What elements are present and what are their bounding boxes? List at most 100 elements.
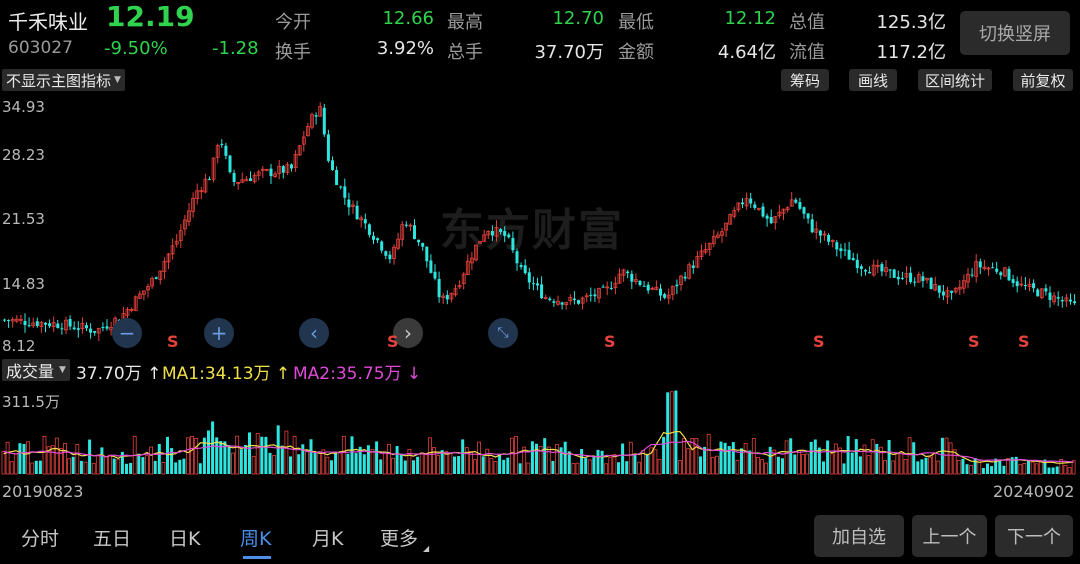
volume-bar [789, 438, 793, 474]
candle-body [642, 285, 646, 287]
candle-body [417, 239, 421, 243]
volume-indicator-select[interactable]: 成交量 ▼ [2, 359, 70, 381]
candle-body [892, 269, 896, 278]
volume-bar [944, 437, 949, 475]
candle-body [691, 265, 695, 268]
candle-body [503, 230, 507, 236]
volume-bar [813, 439, 817, 474]
candle-body [798, 202, 802, 209]
candle-body [868, 272, 872, 274]
candle-body [663, 294, 667, 298]
volume-bar [551, 460, 555, 474]
volume-bar [83, 461, 88, 475]
candle-body [999, 272, 1003, 276]
tab-more[interactable]: 更多 [380, 524, 418, 551]
forward-adjust-button[interactable]: 前复权 [1013, 69, 1073, 91]
range-stats-button[interactable]: 区间统计 [918, 69, 992, 91]
candle-body [540, 284, 544, 299]
volume-bar [870, 439, 875, 475]
scroll-left-icon[interactable]: ‹ [299, 318, 329, 348]
volume-bar [354, 453, 358, 474]
volume-bar [793, 454, 797, 474]
candle-body [72, 327, 76, 330]
volume-bar [149, 446, 154, 475]
tab-weekly-k[interactable]: 周K [240, 524, 271, 551]
volume-bar [833, 443, 838, 475]
volume-bar [850, 452, 854, 474]
candle-body [593, 294, 597, 297]
volume-bar [826, 440, 830, 474]
volume-bar [920, 459, 924, 474]
volume-indicator-label: 成交量 [6, 362, 55, 381]
float-cap-label: 流值 [789, 42, 825, 63]
active-tab-indicator [243, 556, 271, 559]
volume-bar [444, 451, 449, 475]
candle-body [1015, 281, 1019, 287]
volume-chart[interactable]: 311.5万 [0, 386, 1080, 476]
volume-bar [125, 463, 128, 474]
sell-signal: S [813, 332, 825, 351]
draw-line-button[interactable]: 画线 [849, 69, 897, 91]
volume-bar [276, 425, 280, 474]
candle-body [527, 272, 531, 283]
tab-intraday[interactable]: 分时 [21, 524, 59, 551]
volume-bar [423, 454, 428, 475]
price-axis-label: 28.23 [2, 146, 45, 164]
volume-bar [129, 462, 133, 474]
collapse-icon[interactable]: ⤡ [488, 318, 518, 348]
candle-body [220, 144, 224, 146]
stock-price: 12.19 [106, 0, 195, 33]
candle-body [609, 287, 613, 289]
candle-body [1073, 301, 1077, 304]
tab-five-day[interactable]: 五日 [93, 524, 131, 551]
candle-body [93, 331, 97, 333]
amount-label: 金额 [618, 42, 654, 63]
volume-bar [370, 448, 375, 475]
zoom-out-icon[interactable]: − [112, 318, 142, 348]
candle-body [1023, 285, 1027, 287]
candle-body [1032, 283, 1036, 289]
candle-body [35, 321, 39, 327]
candle-body [1044, 288, 1048, 292]
volume-bar [1038, 460, 1043, 475]
add-watchlist-button[interactable]: 加自选 [814, 515, 904, 557]
volume-bar [477, 441, 482, 475]
volume-bar [592, 456, 596, 474]
volume-bar [436, 455, 441, 475]
volume-bar [657, 458, 662, 475]
volume-bar [768, 446, 772, 474]
main-indicator-select[interactable]: 不显示主图指标 ▼ [2, 69, 125, 91]
previous-stock-button[interactable]: 上一个 [912, 515, 987, 557]
volume-bar [67, 458, 71, 475]
volume-bar [580, 449, 584, 474]
candle-body [388, 254, 392, 260]
volume-bar [448, 453, 453, 475]
volume-bar [633, 454, 637, 474]
volume-bar [412, 460, 415, 474]
candle-body [89, 328, 93, 333]
tab-daily-k[interactable]: 日K [169, 524, 200, 551]
switch-portrait-button[interactable]: 切换竖屏 [960, 11, 1070, 55]
volume-bar [464, 447, 469, 475]
volume-bar [334, 451, 338, 474]
float-cap-value: 117.2亿 [876, 42, 946, 63]
candle-body [626, 271, 630, 274]
volume-bar [268, 452, 272, 474]
volume-bar [198, 463, 202, 474]
volume-bar [330, 460, 333, 474]
volume-bar [251, 455, 256, 475]
more-caret-icon: ◢ [423, 544, 430, 553]
tab-monthly-k[interactable]: 月K [312, 524, 343, 551]
candle-body [810, 219, 814, 233]
volume-bar [91, 462, 96, 475]
zoom-in-icon[interactable]: + [204, 318, 234, 348]
next-stock-button[interactable]: 下一个 [995, 515, 1073, 557]
volume-bar [584, 458, 588, 474]
candle-body [44, 322, 47, 325]
volume-bar [153, 460, 157, 474]
candle-body [511, 237, 515, 251]
chips-button[interactable]: 筹码 [781, 69, 829, 91]
volume-bar [514, 435, 518, 475]
volume-bar [116, 459, 121, 475]
kline-chart[interactable]: 东方财富 34.93 28.23 21.53 14.83 8.12 − + ‹ … [0, 94, 1080, 356]
